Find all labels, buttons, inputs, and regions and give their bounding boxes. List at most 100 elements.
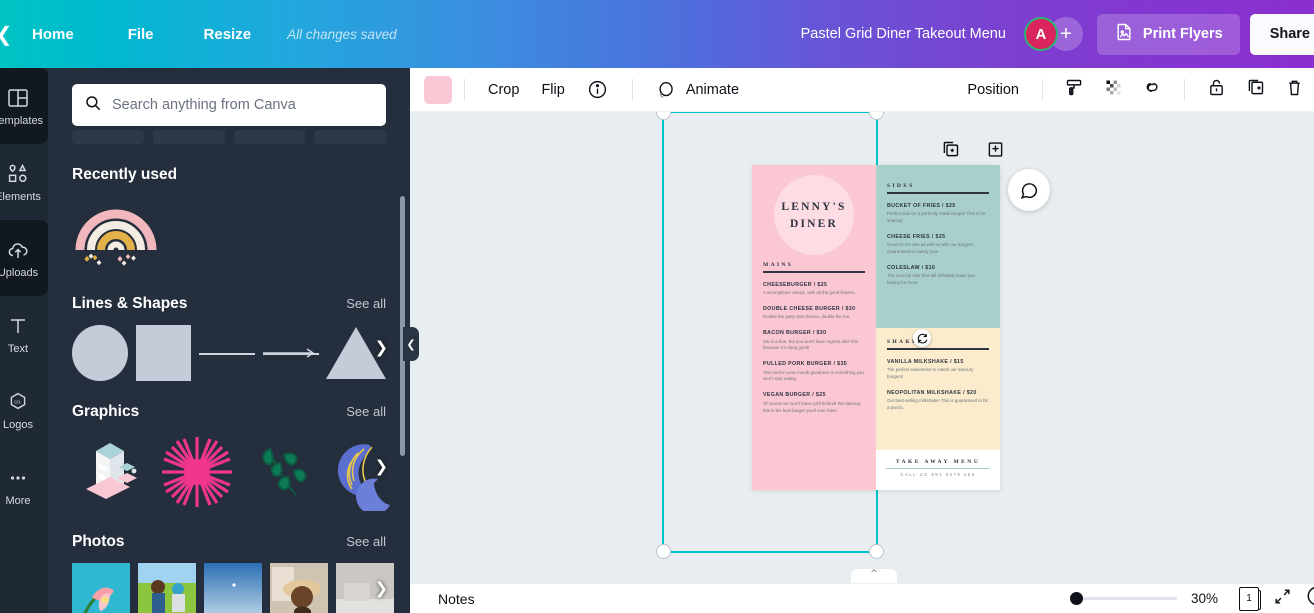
sidebar-label-more: More <box>5 494 31 507</box>
shape-line[interactable] <box>199 325 255 381</box>
expand-icon[interactable] <box>1273 587 1292 611</box>
duplicate-button[interactable] <box>1236 71 1275 109</box>
sidebar-item-uploads[interactable]: Uploads <box>0 220 48 296</box>
lock-button[interactable] <box>1197 71 1236 109</box>
info-button[interactable] <box>576 73 620 107</box>
panel-scrollbar[interactable] <box>400 196 405 456</box>
crop-button[interactable]: Crop <box>477 76 530 104</box>
menu-resize[interactable]: Resize <box>194 20 262 49</box>
rotate-icon[interactable] <box>913 329 931 347</box>
animate-button[interactable]: Animate <box>645 73 750 107</box>
add-page-icon[interactable] <box>985 139 1006 160</box>
menu-item-name: DOUBLE CHEESE BURGER / $30 <box>763 306 856 313</box>
lines-next-arrow-icon[interactable]: ❯ <box>375 338 388 357</box>
paint-roller-button[interactable] <box>1055 71 1094 109</box>
see-all-lines-shapes[interactable]: See all <box>346 296 386 311</box>
page-action-icons <box>940 139 1006 160</box>
sidebar-label-logos: Logos <box>3 418 33 431</box>
graphics-next-arrow-icon[interactable]: ❯ <box>375 457 388 476</box>
search-input[interactable] <box>112 97 374 113</box>
menu-home[interactable]: Home <box>22 20 84 49</box>
info-circle-icon <box>587 79 609 101</box>
upload-cloud-icon <box>6 238 30 262</box>
sidebar-label-uploads: Uploads <box>0 266 39 279</box>
templates-icon <box>6 86 30 110</box>
collapse-panel-button[interactable]: ❮ <box>403 327 419 361</box>
search-box[interactable] <box>72 84 386 126</box>
menu-item: DOUBLE CHEESE BURGER / $30 Double the pa… <box>763 306 865 321</box>
chip[interactable] <box>72 130 144 144</box>
menu-item-name: BACON BURGER / $30 <box>763 330 827 337</box>
see-all-graphics[interactable]: See all <box>346 404 386 419</box>
graphics-row: ❯ <box>48 421 410 515</box>
share-button[interactable]: Share <box>1249 13 1314 55</box>
shakes-rule <box>887 347 989 350</box>
toolbar-divider <box>1042 78 1043 101</box>
position-button[interactable]: Position <box>956 76 1030 104</box>
photo-thumbnail[interactable] <box>138 563 196 613</box>
shakes-section: SHAKES VANILLA MILKSHAKE / $15 The perfe… <box>876 328 1000 450</box>
sidebar-label-templates: Templates <box>0 114 44 127</box>
collapse-notes-button[interactable]: ^ <box>851 569 897 583</box>
menu-item: VANILLA MILKSHAKE / $15 The perfect swee… <box>887 359 989 381</box>
shape-square[interactable] <box>135 325 191 381</box>
pink-starburst-graphic[interactable] <box>158 433 236 511</box>
brand-title: LENNY'S DINER <box>752 165 876 232</box>
photo-thumbnail[interactable] <box>270 563 328 613</box>
shape-arrow[interactable] <box>262 325 318 381</box>
brand-line-2: DINER <box>789 217 839 230</box>
sidebar-item-more[interactable]: More <box>0 448 48 524</box>
resize-handle-bottom-left[interactable] <box>656 544 671 559</box>
design-canvas[interactable]: LENNY'S DINER MAINS CHEESEBURGER / $25 A… <box>410 112 1314 583</box>
transparency-button[interactable] <box>1094 71 1133 109</box>
menu-item-desc: Our best-selling milkshake! This is guar… <box>887 397 988 410</box>
menu-file[interactable]: File <box>118 20 164 49</box>
flip-button[interactable]: Flip <box>530 76 575 104</box>
resize-handle-top-right[interactable] <box>869 112 884 120</box>
duplicate-page-icon[interactable] <box>940 139 961 160</box>
sidebar-item-elements[interactable]: Elements <box>0 144 48 220</box>
page-count-badge[interactable]: 1 <box>1239 586 1261 611</box>
color-swatch-button[interactable] <box>424 75 452 104</box>
shape-circle[interactable] <box>72 325 128 381</box>
see-all-photos[interactable]: See all <box>346 534 386 549</box>
zoom-knob[interactable] <box>1070 592 1083 605</box>
isometric-desk-graphic[interactable] <box>72 433 150 511</box>
back-chevron-icon[interactable]: ❮ <box>0 24 16 44</box>
menu-item-desc: A scrumptious classic, with all the good… <box>763 290 856 296</box>
chip[interactable] <box>233 130 306 144</box>
section-title: Photos <box>72 533 125 550</box>
green-leaf-branch-graphic[interactable] <box>244 433 322 511</box>
search-icon <box>84 94 102 117</box>
menu-design-artboard[interactable]: LENNY'S DINER MAINS CHEESEBURGER / $25 A… <box>752 165 1000 490</box>
sidebar-item-templates[interactable]: Templates <box>0 68 48 144</box>
rainbow-hearts-graphic[interactable] <box>72 209 160 272</box>
chip[interactable] <box>314 130 386 144</box>
chip[interactable] <box>152 130 225 144</box>
sidebar-item-logos[interactable]: co. Logos <box>0 372 48 448</box>
photo-thumbnail[interactable] <box>72 563 130 613</box>
paint-roller-icon <box>1064 77 1085 103</box>
resize-handle-top-left[interactable] <box>656 112 671 120</box>
zoom-slider[interactable] <box>1070 592 1177 606</box>
menu-item-desc: Double the patty and cheese, double the … <box>763 314 851 320</box>
document-title[interactable]: Pastel Grid Diner Takeout Menu <box>801 26 1006 42</box>
menu-item-name: NEOPOLITAN MILKSHAKE / $20 <box>887 389 977 396</box>
photos-next-arrow-icon[interactable]: ❯ <box>375 579 388 598</box>
notes-button[interactable]: Notes <box>438 591 475 607</box>
sidebar-item-text[interactable]: Text <box>0 296 48 372</box>
menu-item-desc: Sin in a bun, but you won't have regrets… <box>763 338 859 351</box>
comment-add-icon[interactable] <box>1008 169 1050 211</box>
print-flyers-button[interactable]: Print Flyers <box>1096 13 1240 55</box>
svg-text:co.: co. <box>14 399 22 405</box>
link-button[interactable] <box>1133 71 1172 109</box>
avatar[interactable]: A <box>1023 17 1058 51</box>
blue-shell-graphic[interactable] <box>330 433 408 515</box>
resize-handle-bottom-right[interactable] <box>869 544 884 559</box>
help-icon[interactable] <box>1306 585 1314 612</box>
photo-thumbnail[interactable] <box>204 563 262 613</box>
sides-rule <box>887 191 989 194</box>
lock-icon <box>1206 77 1227 103</box>
trash-button[interactable] <box>1275 71 1314 109</box>
section-title: Recently used <box>72 166 178 183</box>
